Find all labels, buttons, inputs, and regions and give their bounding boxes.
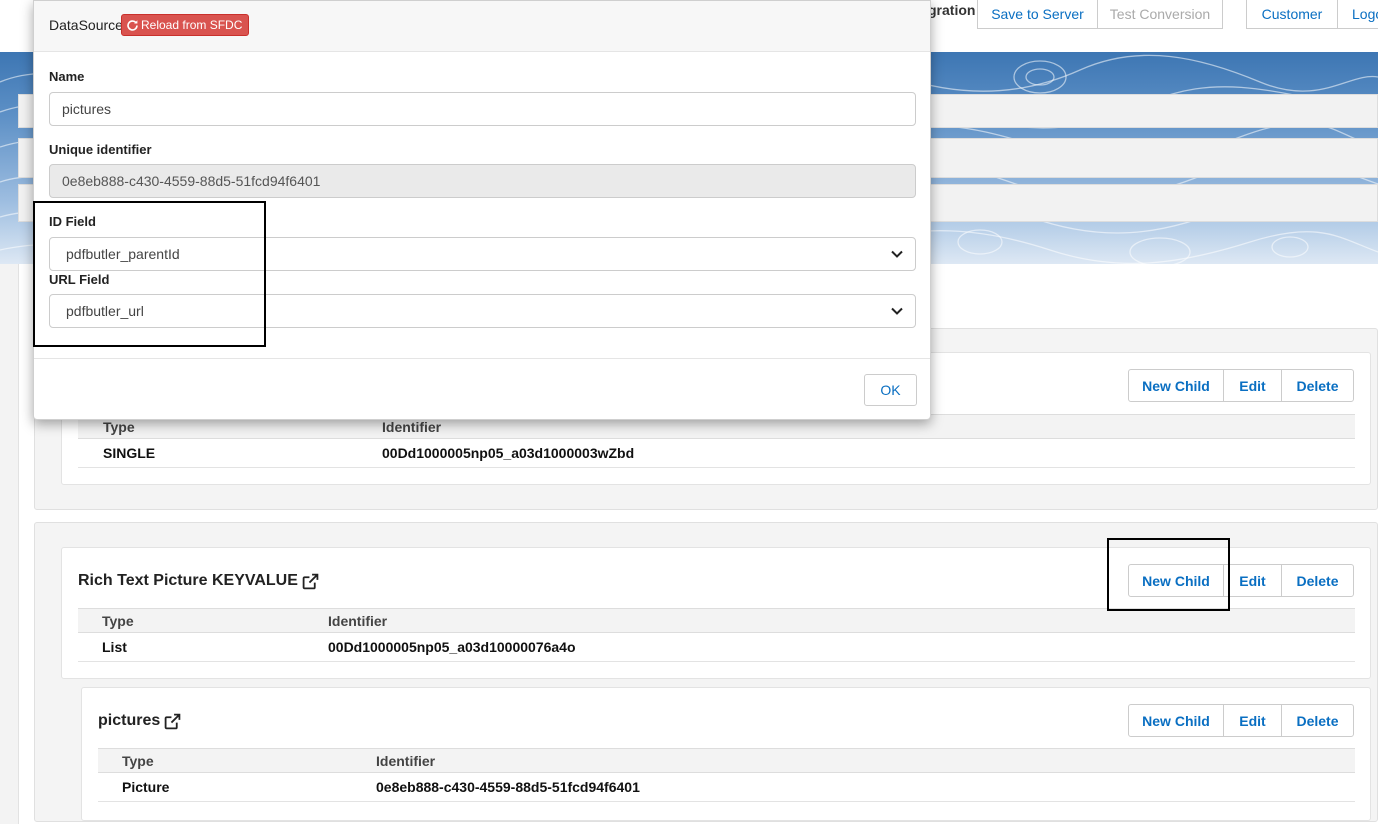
cell-identifier: 0e8eb888-c430-4559-88d5-51fcd94f6401 — [376, 779, 640, 795]
nav-item-integration[interactable]: gration — [928, 2, 975, 18]
card-title: Rich Text Picture KEYVALUE — [78, 572, 319, 590]
card-title: pictures — [98, 712, 181, 730]
table-row: List 00Dd1000005np05_a03d10000076a4o — [78, 633, 1355, 662]
datasource-table: Type Identifier SINGLE 00Dd1000005np05_a… — [78, 414, 1355, 468]
ok-button[interactable]: OK — [864, 374, 917, 406]
card-title-text: pictures — [98, 712, 161, 729]
customer-button[interactable]: Customer — [1246, 0, 1338, 29]
refresh-icon — [127, 19, 138, 31]
name-input[interactable]: pictures — [49, 92, 916, 126]
child-datasource-card: pictures New Child Edit Delete Type Iden… — [81, 687, 1371, 821]
reload-from-sfdc-button[interactable]: Reload from SFDC — [121, 14, 250, 36]
save-to-server-button[interactable]: Save to Server — [977, 0, 1098, 29]
column-header-type: Type — [122, 752, 154, 769]
modal-header: DataSource Reload from SFDC — [34, 1, 930, 52]
highlight-box — [1107, 538, 1230, 611]
table-row: SINGLE 00Dd1000005np05_a03d1000003wZbd — [78, 439, 1355, 468]
cell-type: Picture — [122, 779, 170, 795]
edit-button[interactable]: Edit — [1223, 704, 1282, 737]
chevron-down-icon — [891, 307, 903, 315]
external-link-icon[interactable] — [164, 713, 181, 730]
card-actions: New Child Edit Delete — [1128, 704, 1354, 737]
cell-identifier: 00Dd1000005np05_a03d1000003wZbd — [382, 445, 635, 461]
column-header-identifier: Identifier — [376, 752, 436, 769]
column-header-identifier: Identifier — [328, 612, 388, 629]
cell-identifier: 00Dd1000005np05_a03d10000076a4o — [328, 639, 576, 655]
new-child-button[interactable]: New Child — [1128, 704, 1224, 737]
card-actions: New Child Edit Delete — [1128, 369, 1354, 402]
chevron-down-icon — [891, 250, 903, 258]
name-label: Name — [49, 69, 85, 84]
delete-button[interactable]: Delete — [1281, 564, 1354, 597]
unique-identifier-label: Unique identifier — [49, 142, 152, 157]
delete-button[interactable]: Delete — [1281, 369, 1354, 402]
table-row: Picture 0e8eb888-c430-4559-88d5-51fcd94f… — [98, 773, 1355, 802]
cell-type: SINGLE — [103, 445, 156, 461]
modal-footer — [34, 358, 930, 359]
test-conversion-button[interactable]: Test Conversion — [1097, 0, 1223, 29]
cell-type: List — [102, 639, 127, 655]
external-link-icon[interactable] — [302, 573, 319, 590]
unique-identifier-input: 0e8eb888-c430-4559-88d5-51fcd94f6401 — [49, 164, 916, 198]
table-header: Type Identifier — [78, 608, 1355, 633]
datasource-table: Type Identifier Picture 0e8eb888-c430-45… — [98, 748, 1355, 802]
card-title-text: Rich Text Picture KEYVALUE — [78, 572, 298, 589]
reload-label: Reload from SFDC — [141, 18, 243, 32]
modal-title: DataSource — [49, 17, 123, 33]
logout-button[interactable]: Logo — [1337, 0, 1378, 29]
table-header: Type Identifier — [98, 748, 1355, 773]
column-header-type: Type — [102, 612, 134, 629]
edit-button[interactable]: Edit — [1223, 564, 1282, 597]
new-child-button[interactable]: New Child — [1128, 369, 1224, 402]
edit-button[interactable]: Edit — [1223, 369, 1282, 402]
datasource-table: Type Identifier List 00Dd1000005np05_a03… — [78, 608, 1355, 662]
delete-button[interactable]: Delete — [1281, 704, 1354, 737]
highlight-box — [33, 201, 266, 347]
